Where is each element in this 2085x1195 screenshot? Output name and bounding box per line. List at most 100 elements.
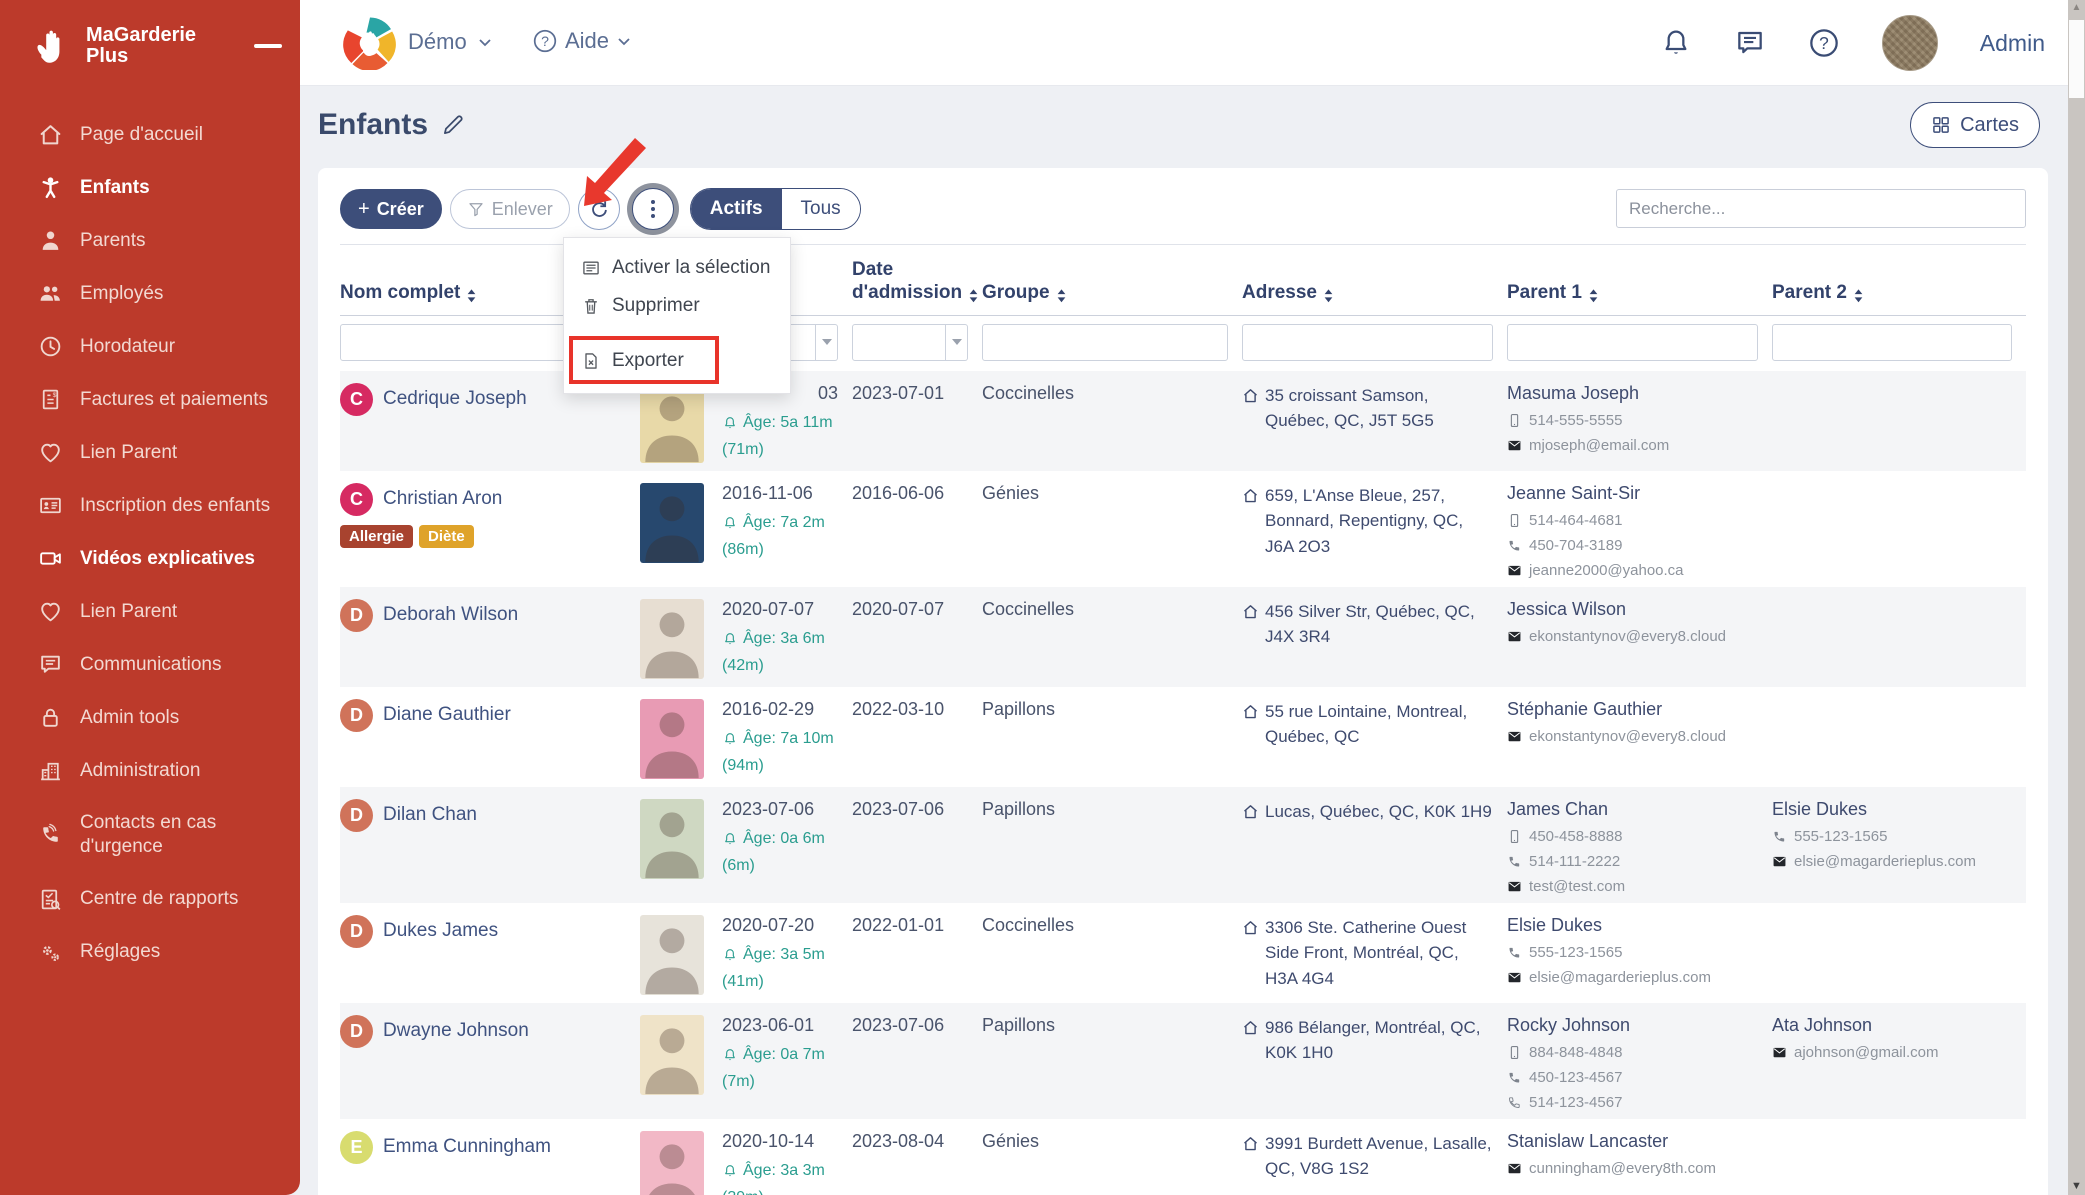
child-name-link[interactable]: Deborah Wilson: [383, 604, 518, 626]
age-value: Âge: 0a 7m: [743, 1046, 825, 1064]
cell-adresse: 456 Silver Str, Québec, QC, J4X 3R4: [1242, 587, 1507, 687]
child-name-link[interactable]: Emma Cunningham: [383, 1136, 551, 1158]
parent-email: test@test.com: [1507, 878, 1758, 895]
menu-item-supprimer[interactable]: Supprimer: [564, 287, 790, 325]
scrollbar-thumb[interactable]: [2069, 20, 2084, 98]
address: Lucas, Québec, QC, K0K 1H9: [1242, 799, 1493, 825]
gears-icon: [38, 940, 63, 965]
table-row[interactable]: DDilan Chan2023-07-06Âge: 0a 6m(6m)2023-…: [340, 787, 2026, 903]
cell-adresse: 986 Bélanger, Montréal, QC, K0K 1H0: [1242, 1003, 1507, 1119]
cell-date-dadmission: 2023-07-01: [852, 371, 982, 471]
menu-item-exporter[interactable]: Exporter: [564, 342, 790, 380]
cell-date-de-naissance: 2023-07-06Âge: 0a 6m(6m): [722, 787, 852, 903]
column-header-date-dadmission: Date d'admission: [852, 245, 982, 316]
child-name-link[interactable]: Dilan Chan: [383, 804, 477, 826]
help-menu[interactable]: ? Aide: [532, 28, 632, 54]
age-line: Âge: 3a 6m: [722, 630, 838, 648]
child-name-link[interactable]: Dukes James: [383, 920, 498, 942]
column-header-sort-groupe[interactable]: Groupe: [982, 282, 1067, 305]
sidebar-item-horodateur[interactable]: Horodateur: [0, 320, 300, 373]
admission-date: 2023-07-01: [852, 383, 968, 404]
sidebar-item-communications[interactable]: Communications: [0, 638, 300, 691]
org-switcher[interactable]: Démo: [342, 14, 493, 70]
table-row[interactable]: CChristian AronAllergieDiète2016-11-06Âg…: [340, 471, 2026, 587]
menu-item-activer-la-selection[interactable]: Activer la sélection: [564, 249, 790, 287]
sidebar-item-lien-parent[interactable]: Lien Parent: [0, 426, 300, 479]
phone-icon: [1507, 538, 1522, 553]
child-name-link[interactable]: Dwayne Johnson: [383, 1020, 529, 1042]
table-row[interactable]: DDukes James2020-07-20Âge: 3a 5m(41m)202…: [340, 903, 2026, 1003]
svg-text:$: $: [53, 392, 57, 399]
refresh-button[interactable]: [578, 188, 620, 230]
cell-photo: [640, 687, 722, 787]
help-icon[interactable]: ?: [1808, 27, 1840, 59]
email-value: ekonstantynov@every8.cloud: [1529, 628, 1726, 645]
org-name: Démo: [408, 29, 467, 55]
column-header-sort-parent-1[interactable]: Parent 1: [1507, 282, 1599, 305]
column-header-label: Date d'admission: [852, 259, 962, 305]
child-name-link[interactable]: Diane Gauthier: [383, 704, 511, 726]
table-row[interactable]: DDiane Gauthier2016-02-29Âge: 7a 10m(94m…: [340, 687, 2026, 787]
messages-icon[interactable]: [1734, 27, 1766, 59]
sidebar-item-reglages[interactable]: Réglages: [0, 926, 300, 979]
more-actions-kebab-button[interactable]: [632, 188, 674, 230]
child-name-link[interactable]: Cedrique Joseph: [383, 388, 527, 410]
phone-value: 450-123-4567: [1529, 1069, 1622, 1086]
table-row[interactable]: EEmma Cunningham2020-10-14Âge: 3a 3m(39m…: [340, 1119, 2026, 1195]
user-avatar[interactable]: [1882, 15, 1938, 71]
sidebar-item-centre-de-rapports[interactable]: Centre de rapports: [0, 873, 300, 926]
phone-icon: [1507, 1070, 1522, 1085]
child-avatar: D: [340, 699, 373, 732]
tab-actifs[interactable]: Actifs: [691, 189, 782, 229]
tab-tous[interactable]: Tous: [782, 189, 860, 229]
sidebar-item-inscription-des-enfants[interactable]: Inscription des enfants: [0, 479, 300, 532]
cards-view-button[interactable]: Cartes: [1910, 102, 2040, 148]
sidebar-item-contacts-en-cas-durgence[interactable]: Contacts en cas d'urgence: [0, 797, 300, 873]
remove-filter-button[interactable]: Enlever: [450, 189, 570, 229]
child-photo: [640, 599, 704, 679]
table-row[interactable]: DDeborah Wilson2020-07-07Âge: 3a 6m(42m)…: [340, 587, 2026, 687]
scroll-up-arrow-icon[interactable]: ▲: [2068, 2, 2085, 13]
sidebar-item-page-daccueil[interactable]: Page d'accueil: [0, 108, 300, 161]
hamburger-menu-icon[interactable]: [252, 39, 282, 53]
column-header-sort-date-dadmission[interactable]: Date d'admission: [852, 259, 979, 305]
email-value: jeanne2000@yahoo.ca: [1529, 562, 1684, 579]
filter-dropdown-button-date-de-naissance[interactable]: [816, 324, 838, 361]
remove-button-label: Enlever: [492, 199, 553, 220]
email-icon: [1507, 879, 1522, 894]
filter-input-adresse[interactable]: [1242, 324, 1493, 361]
sidebar-item-videos-explicatives[interactable]: Vidéos explicatives: [0, 532, 300, 585]
sidebar-item-parents[interactable]: Parents: [0, 214, 300, 267]
parent-phone: 555-123-1565: [1772, 828, 2012, 845]
column-header-sort-adresse[interactable]: Adresse: [1242, 282, 1334, 305]
filter-dropdown-button-date-dadmission[interactable]: [946, 324, 968, 361]
scroll-down-arrow-icon[interactable]: ▼: [2068, 1180, 2085, 1192]
edit-pencil-icon[interactable]: [440, 112, 466, 138]
filter-input-date-dadmission[interactable]: [852, 324, 946, 361]
create-button[interactable]: + Créer: [340, 189, 442, 229]
group-name: Papillons: [982, 699, 1228, 720]
vertical-scrollbar[interactable]: ▲ ▼: [2068, 0, 2085, 1195]
parent-name: Jeanne Saint-Sir: [1507, 483, 1758, 504]
child-name-link[interactable]: Christian Aron: [383, 488, 502, 510]
sidebar-item-employes[interactable]: Employés: [0, 267, 300, 320]
notifications-bell-icon[interactable]: [1660, 27, 1692, 59]
sidebar-item-factures-et-paiements[interactable]: $Factures et paiements: [0, 373, 300, 426]
filter-input-parent-1[interactable]: [1507, 324, 1758, 361]
parent-name: Stéphanie Gauthier: [1507, 699, 1758, 720]
child-photo: [640, 1015, 704, 1095]
email-icon: [1507, 563, 1522, 578]
column-header-sort-nom-complet[interactable]: Nom complet: [340, 282, 477, 305]
column-header-sort-parent-2[interactable]: Parent 2: [1772, 282, 1864, 305]
search-input[interactable]: [1616, 189, 2026, 228]
sidebar-item-enfants[interactable]: Enfants: [0, 161, 300, 214]
filter-input-parent-2[interactable]: [1772, 324, 2012, 361]
sidebar-item-admin-tools[interactable]: Admin tools: [0, 691, 300, 744]
sidebar-item-lien-parent-2[interactable]: Lien Parent: [0, 585, 300, 638]
parent-email: mjoseph@email.com: [1507, 437, 1758, 454]
user-name[interactable]: Admin: [1980, 30, 2045, 57]
sidebar-item-administration[interactable]: Administration: [0, 744, 300, 797]
table-row[interactable]: DDwayne Johnson2023-06-01Âge: 0a 7m(7m)2…: [340, 1003, 2026, 1119]
email-value: mjoseph@email.com: [1529, 437, 1669, 454]
filter-input-groupe[interactable]: [982, 324, 1228, 361]
